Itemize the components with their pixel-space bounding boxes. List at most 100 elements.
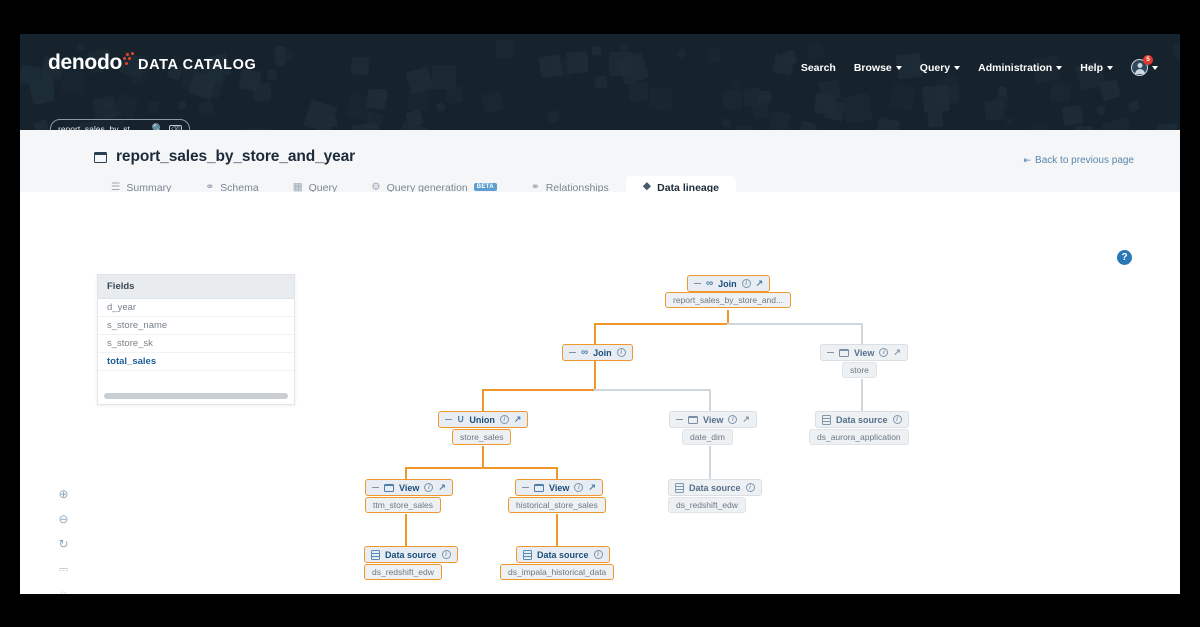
- node-label[interactable]: ds_redshift_edw: [668, 497, 746, 513]
- graph-edge: [709, 446, 711, 479]
- external-link-icon[interactable]: ↗: [438, 483, 446, 492]
- graph-edge: [482, 446, 484, 468]
- external-link-icon[interactable]: ↗: [514, 415, 522, 424]
- union-icon: ∪: [457, 413, 465, 425]
- info-icon[interactable]: i: [616, 348, 626, 357]
- graph-edge: [594, 389, 709, 391]
- app-window: denodo DATA CATALOG 🔍 ⌫ Search Browse Qu…: [20, 34, 1180, 594]
- nav-label: Administration: [978, 61, 1053, 74]
- info-icon[interactable]: i: [593, 550, 603, 559]
- clear-search-icon[interactable]: ⌫: [169, 124, 182, 130]
- collapse-icon[interactable]: [694, 282, 701, 285]
- node-header[interactable]: View i ↗: [820, 344, 908, 361]
- graph-edge: [594, 361, 596, 390]
- info-icon[interactable]: i: [424, 483, 434, 492]
- search-input[interactable]: [58, 124, 150, 130]
- node-type-label: Union: [469, 414, 495, 425]
- node-header[interactable]: View i ↗: [365, 479, 453, 496]
- database-icon: [371, 549, 380, 560]
- node-header[interactable]: ∞ Join i ↗: [687, 275, 771, 292]
- brand-logo[interactable]: denodo DATA CATALOG: [48, 51, 256, 75]
- nav-item-administration[interactable]: Administration: [978, 61, 1063, 74]
- nav-label: Browse: [853, 61, 892, 74]
- info-icon[interactable]: i: [574, 483, 584, 492]
- collapse-icon[interactable]: [569, 351, 576, 354]
- node-label[interactable]: ds_aurora_application: [809, 429, 909, 445]
- node-header[interactable]: View i ↗: [669, 411, 757, 428]
- node-label[interactable]: store_sales: [452, 429, 512, 445]
- collapse-icon[interactable]: [372, 486, 379, 489]
- node-header[interactable]: Data source i: [516, 546, 610, 563]
- nav-label: Help: [1080, 61, 1103, 74]
- node-type-label: View: [854, 347, 875, 358]
- info-icon[interactable]: i: [499, 415, 509, 424]
- external-link-icon[interactable]: ↗: [893, 348, 901, 357]
- brand-dots-icon: [123, 52, 137, 70]
- top-banner: denodo DATA CATALOG 🔍 ⌫ Search Browse Qu…: [20, 34, 1180, 130]
- brand-product: DATA CATALOG: [138, 57, 257, 73]
- external-link-icon[interactable]: ↗: [756, 279, 764, 288]
- notification-badge: 5: [1143, 55, 1153, 65]
- graph-edge: [594, 323, 728, 325]
- lineage-canvas: ? Fields d_year s_store_name s_store_sk tot…: [20, 192, 1180, 594]
- database-icon: [675, 482, 684, 493]
- graph-edge: [405, 514, 407, 546]
- search-box[interactable]: 🔍 ⌫: [50, 119, 190, 130]
- info-icon[interactable]: i: [441, 550, 451, 559]
- view-icon: [384, 483, 394, 492]
- view-icon: [534, 483, 544, 492]
- node-header[interactable]: Data source i: [364, 546, 458, 563]
- chevron-down-icon: [1107, 65, 1113, 70]
- graph-edge: [556, 514, 558, 546]
- back-to-previous-page-link[interactable]: ⇤ Back to previous page: [1024, 155, 1135, 166]
- node-type-label: Join: [718, 278, 737, 289]
- page-header: report_sales_by_store_and_year ⇤ Back to…: [20, 130, 1180, 200]
- nav-item-query[interactable]: Query: [920, 62, 961, 74]
- collapse-icon[interactable]: [522, 486, 529, 489]
- node-header[interactable]: ∪ Union i ↗: [438, 411, 529, 428]
- node-header[interactable]: Data source i: [815, 411, 909, 428]
- info-icon[interactable]: i: [728, 415, 738, 424]
- info-icon[interactable]: i: [879, 348, 889, 357]
- node-header[interactable]: ∞ Join i: [562, 344, 633, 361]
- info-icon[interactable]: i: [745, 483, 755, 492]
- node-label[interactable]: date_dim: [682, 429, 733, 445]
- node-label[interactable]: store: [842, 362, 877, 378]
- node-header[interactable]: View i ↗: [515, 479, 603, 496]
- node-label[interactable]: ds_redshift_edw: [364, 564, 442, 580]
- collapse-icon[interactable]: [676, 418, 683, 421]
- graph-edge: [727, 323, 862, 325]
- nav-item-help[interactable]: Help: [1080, 62, 1113, 74]
- graph-edge: [861, 379, 863, 411]
- chevron-down-icon: [954, 65, 961, 70]
- node-label[interactable]: report_sales_by_store_and...: [665, 292, 792, 308]
- back-link-label: Back to previous page: [1035, 155, 1134, 166]
- chevron-down-icon: [1152, 65, 1158, 70]
- node-header[interactable]: Data source i: [668, 479, 762, 496]
- nav-item-search[interactable]: Search: [801, 62, 836, 74]
- collapse-icon[interactable]: [827, 351, 834, 354]
- page-title-text: report_sales_by_store_and_year: [116, 148, 356, 165]
- brand-name: denodo: [48, 51, 123, 74]
- node-label[interactable]: historical_store_sales: [508, 497, 606, 513]
- graph-edge: [861, 323, 863, 344]
- node-label[interactable]: ds_impala_historical_data: [500, 564, 615, 580]
- info-icon[interactable]: i: [741, 279, 751, 288]
- search-icon[interactable]: 🔍: [152, 124, 164, 131]
- top-navigation: Search Browse Query Administration Help …: [801, 55, 1158, 76]
- user-menu[interactable]: 5: [1131, 55, 1158, 76]
- view-icon: [839, 348, 849, 357]
- external-link-icon[interactable]: ↗: [742, 415, 750, 424]
- node-type-label: View: [399, 482, 420, 493]
- nav-item-browse[interactable]: Browse: [854, 62, 902, 74]
- external-link-icon[interactable]: ↗: [588, 483, 596, 492]
- back-arrow-icon: ⇤: [1023, 155, 1032, 165]
- graph-edge: [727, 310, 729, 324]
- banner-pattern: [20, 34, 1180, 130]
- join-icon: ∞: [581, 346, 589, 358]
- node-label[interactable]: ttm_store_sales: [365, 497, 441, 513]
- info-icon[interactable]: i: [892, 415, 902, 424]
- view-icon: [94, 151, 107, 163]
- collapse-icon[interactable]: [445, 418, 452, 421]
- graph-edge: [594, 323, 596, 344]
